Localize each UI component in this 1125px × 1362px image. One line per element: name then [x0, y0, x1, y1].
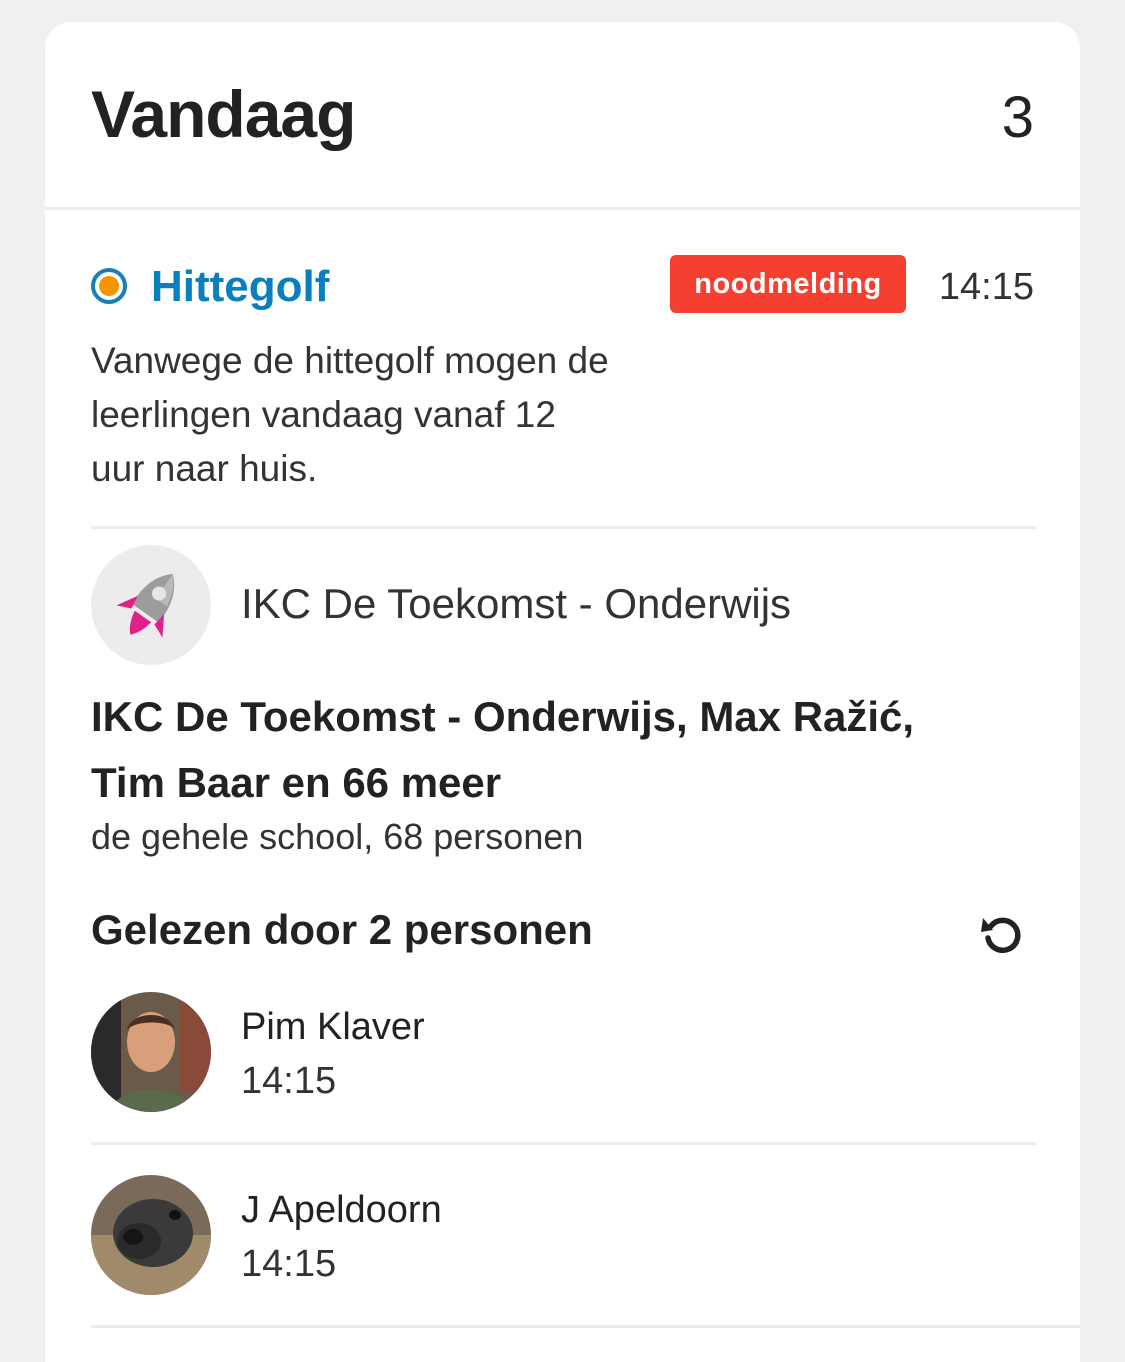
message-count: 3: [1001, 85, 1034, 150]
reader-time: 14:15: [241, 1243, 337, 1285]
divider: [91, 526, 1036, 529]
message-body-line: Vanwege de hittegolf mogen de: [91, 340, 609, 381]
message-title[interactable]: Hittegolf: [151, 262, 329, 312]
divider: [91, 1142, 1036, 1145]
refresh-icon[interactable]: [977, 908, 1029, 960]
section-title: Vandaag: [91, 77, 356, 151]
read-by-heading: Gelezen door 2 personen: [91, 906, 593, 953]
reader-time: 14:15: [241, 1060, 337, 1102]
reader-name: Pim Klaver: [241, 1006, 425, 1048]
rocket-icon: [116, 573, 175, 638]
recipients-summary: de gehele school, 68 personen: [91, 816, 584, 857]
reader-avatar: [91, 1175, 211, 1295]
dog-photo-icon: [91, 1175, 211, 1295]
messages-card: Vandaag 3 Hittegolf noodmelding 14:15 Va…: [45, 22, 1080, 1362]
section-header: Vandaag 3: [45, 22, 1080, 210]
emergency-badge: noodmelding: [670, 255, 906, 313]
reader-name: J Apeldoorn: [241, 1189, 442, 1231]
recipients-line: Tim Baar en 66 meer: [91, 759, 502, 806]
status-dot-icon: [91, 268, 127, 304]
reader-avatar: [91, 992, 211, 1112]
person-photo-icon: [91, 992, 211, 1112]
divider: [91, 1325, 1080, 1328]
message-time: 14:15: [938, 266, 1034, 308]
recipients-list[interactable]: IKC De Toekomst - Onderwijs, Max Ražić, …: [91, 684, 1036, 816]
recipients-line: IKC De Toekomst - Onderwijs, Max Ražić,: [91, 693, 915, 740]
sender-name[interactable]: IKC De Toekomst - Onderwijs: [241, 580, 791, 628]
message-body-line: uur naar huis.: [91, 448, 318, 489]
message-body-line: leerlingen vandaag vanaf 12: [91, 394, 556, 435]
message-body: Vanwege de hittegolf mogen de leerlingen…: [91, 334, 691, 496]
sender-avatar: [91, 545, 211, 665]
